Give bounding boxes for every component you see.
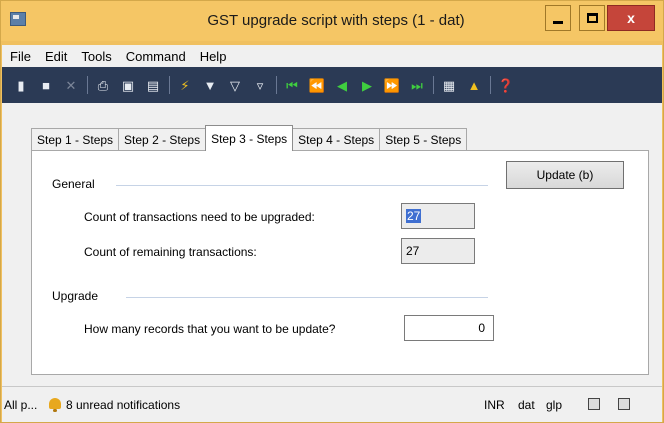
save-icon[interactable]: ■ <box>37 77 55 93</box>
count-remaining-value: 27 <box>406 244 420 258</box>
last-record-icon[interactable]: ⏭ <box>408 77 426 93</box>
database-icon[interactable] <box>588 398 600 410</box>
previous-page-icon[interactable]: ⏪ <box>308 77 326 93</box>
session-icon[interactable] <box>618 398 630 410</box>
company-status[interactable]: dat <box>518 398 535 412</box>
partition-status[interactable]: glp <box>546 398 562 412</box>
count-remaining-field[interactable]: 27 <box>401 238 475 264</box>
tab-step-5[interactable]: Step 5 - Steps <box>379 128 468 151</box>
delete-icon[interactable]: ✕ <box>62 77 80 93</box>
bell-icon <box>48 398 62 412</box>
filter-selection-icon[interactable]: ⚡ <box>176 77 194 93</box>
tab-step-1[interactable]: Step 1 - Steps <box>31 128 120 151</box>
toolbar-separator <box>87 76 88 94</box>
next-record-icon[interactable]: ▶ <box>358 77 376 93</box>
toolbar-separator <box>169 76 170 94</box>
previous-record-icon[interactable]: ◀ <box>333 77 351 93</box>
minimize-icon <box>553 20 563 24</box>
maximize-icon <box>586 13 598 23</box>
next-page-icon[interactable]: ⏩ <box>383 77 401 93</box>
group-divider <box>116 185 488 186</box>
menu-tools[interactable]: Tools <box>81 49 111 64</box>
maximize-button[interactable] <box>579 5 605 31</box>
tab-step-3[interactable]: Step 3 - Steps <box>205 125 294 151</box>
filter-by-form-icon[interactable]: ▼ <box>201 77 219 93</box>
notifications-status[interactable]: 8 unread notifications <box>44 393 246 417</box>
close-icon: x <box>627 10 635 26</box>
advanced-filter-icon[interactable]: ▽ <box>226 77 244 93</box>
update-button[interactable]: Update (b) <box>506 161 624 189</box>
menu-command[interactable]: Command <box>126 49 186 64</box>
records-to-update-input[interactable]: 0 <box>404 315 494 341</box>
tab-strip: Step 1 - Steps Step 2 - Steps Step 3 - S… <box>31 125 468 151</box>
group-upgrade-label: Upgrade <box>52 289 99 303</box>
alert-icon[interactable]: ▲ <box>465 77 483 93</box>
status-bar: All p... 8 unread notifications INR dat … <box>2 386 662 422</box>
currency-status[interactable]: INR <box>484 398 505 412</box>
toolbar-separator <box>276 76 277 94</box>
group-divider <box>126 297 488 298</box>
remove-filter-icon[interactable]: ▿ <box>251 77 269 93</box>
print-icon[interactable]: ⎙ <box>94 77 112 93</box>
attachments-icon[interactable]: ▦ <box>440 77 458 93</box>
menu-help[interactable]: Help <box>200 49 227 64</box>
toolbar: ▮ ■ ✕ ⎙ ▣ ▤ ⚡ ▼ ▽ ▿ ⏮ ⏪ ◀ ▶ ⏩ ⏭ ▦ ▲ ❓ <box>2 67 662 103</box>
app-icon[interactable] <box>10 12 26 26</box>
records-to-update-label: How many records that you want to be upd… <box>84 322 336 336</box>
tab-panel-step-3: General Count of transactions need to be… <box>31 150 649 375</box>
group-general-label: General <box>52 177 95 191</box>
menu-bar: File Edit Tools Command Help <box>2 45 662 67</box>
title-bar[interactable]: GST upgrade script with steps (1 - dat) … <box>1 1 663 41</box>
count-to-upgrade-field[interactable]: 27 <box>401 203 475 229</box>
close-button[interactable]: x <box>607 5 655 31</box>
count-to-upgrade-value: 27 <box>406 209 422 223</box>
notifications-text: 8 unread notifications <box>66 398 181 412</box>
count-to-upgrade-label: Count of transactions need to be upgrade… <box>84 210 315 224</box>
toolbar-separator <box>433 76 434 94</box>
records-to-update-value: 0 <box>478 321 485 335</box>
toolbar-separator <box>490 76 491 94</box>
status-all-label[interactable]: All p... <box>4 398 37 412</box>
count-remaining-label: Count of remaining transactions: <box>84 245 257 259</box>
export-icon[interactable]: ▤ <box>144 77 162 93</box>
print-preview-icon[interactable]: ▣ <box>119 77 137 93</box>
tab-step-4[interactable]: Step 4 - Steps <box>292 128 381 151</box>
window-frame: GST upgrade script with steps (1 - dat) … <box>0 0 664 423</box>
menu-edit[interactable]: Edit <box>45 49 67 64</box>
client-area: Step 1 - Steps Step 2 - Steps Step 3 - S… <box>2 103 662 386</box>
minimize-button[interactable] <box>545 5 571 31</box>
new-icon[interactable]: ▮ <box>12 77 30 93</box>
window-title: GST upgrade script with steps (1 - dat) <box>207 12 465 29</box>
help-icon[interactable]: ❓ <box>497 77 515 93</box>
tab-step-2[interactable]: Step 2 - Steps <box>118 128 207 151</box>
menu-file[interactable]: File <box>10 49 31 64</box>
first-record-icon[interactable]: ⏮ <box>283 77 301 93</box>
